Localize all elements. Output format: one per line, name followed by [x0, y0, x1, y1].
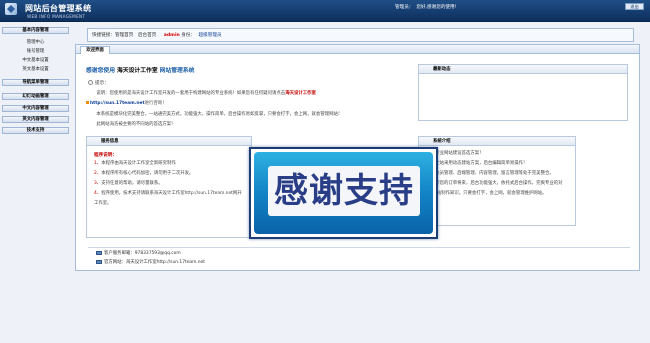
- sidebar-section-cn-content[interactable]: 中文内容管理: [2, 105, 69, 112]
- sys-line: 2、全站采用动态建站方案，后台编辑简单易操作！: [428, 160, 527, 166]
- tip-row: 提示：: [88, 80, 109, 86]
- service-box-title: 服务信息: [101, 139, 119, 144]
- sidebar-section-support[interactable]: 技术支持: [2, 127, 69, 134]
- sys-text: 全站采用动态建站方案，后台编辑简单易操作！: [435, 161, 528, 166]
- system-box-header: 系统介绍: [419, 137, 575, 146]
- program-title: 程序说明：: [94, 153, 117, 158]
- welcome-message: 您好,感谢您的使用!: [416, 5, 457, 10]
- bullet-icon: [86, 101, 89, 104]
- tab-welcome[interactable]: 欢迎界面: [80, 46, 110, 54]
- desc-text-2: 进行咨询！: [144, 101, 167, 106]
- top-header: 网站后台管理系统 WEB INFO MANAGEMENT 管理员： 您好,感谢您的…: [0, 0, 650, 22]
- current-user: admin: [163, 33, 180, 38]
- admin-greeting: 管理员： 您好,感谢您的使用!: [395, 4, 459, 10]
- app-subtitle: WEB INFO MANAGEMENT: [27, 14, 86, 19]
- thanks-overlay: 感谢支持: [249, 147, 438, 239]
- site-label: 官方网站：: [104, 260, 126, 265]
- sidebar: 基本内容管理 管理中心 账号管理 中文基本设置 英文基本设置 导航菜单管理 幻灯…: [0, 22, 72, 343]
- help-line: 2、本程序所有核心代码加密，请勿用于二次开发。: [94, 170, 193, 176]
- welcome-post: 网站管理系统: [159, 68, 195, 74]
- role-link[interactable]: 超级管理员: [199, 33, 222, 38]
- sidebar-item-accounts[interactable]: 账号管理: [2, 48, 69, 56]
- desc-para-4: 此网站海浩被主要的不同站的首选方案！: [92, 122, 176, 127]
- sys-line: 3、会员管理、后端管理、内容管理，留言管理等处于完美整合。: [428, 170, 554, 176]
- sidebar-item-cn-settings[interactable]: 中文基本设置: [2, 57, 69, 65]
- sys-text: 专业网站建设首选方案！: [435, 151, 484, 156]
- help-text: 本程序所有核心代码加密，请勿用于二次开发。: [101, 171, 194, 176]
- welcome-heading: 感谢您使用 海天设计工作室 网站管理系统: [86, 65, 194, 74]
- admin-label: 管理员：: [395, 5, 414, 10]
- breadcrumb: 快捷链接：管理首页 后台首页 admin 身份： 超级管理员: [92, 32, 222, 38]
- news-box-title: 最新动态: [433, 67, 451, 72]
- help-text: 本程序由海天设计工作室全新研究制作: [101, 161, 176, 166]
- home-icon: [96, 259, 102, 264]
- desc-para-3: 本系统是模块化完美整合，一站通完美方式，功能强大，操作简单，后台操作易如反掌，只…: [92, 112, 343, 117]
- thanks-text: 感谢支持: [268, 166, 420, 216]
- tip-label: 提示：: [95, 81, 109, 86]
- thanks-banner: 感谢支持: [254, 152, 433, 234]
- info-icon: [88, 80, 93, 85]
- logo-icon: [5, 3, 17, 15]
- footer-email: 客户服务邮箱：978337593@qq.com: [96, 250, 181, 256]
- sidebar-section-basic[interactable]: 基本内容管理: [2, 27, 69, 34]
- panel-header: 欢迎界面: [76, 45, 639, 54]
- welcome-pre: 感谢您使用: [86, 68, 115, 74]
- footer-divider: [88, 247, 630, 248]
- sys-text: 网站制作知识，只要会打字，会上网，就会管理维护网站。: [428, 191, 547, 196]
- sys-line: 网站制作知识，只要会打字，会上网，就会管理维护网站。: [428, 190, 547, 196]
- help-line: 4、程序使用，技术支持请联系海天设计工作室http://sun.17team.n…: [94, 190, 242, 196]
- help-text: 工作室。: [94, 201, 112, 206]
- service-box-header: 服务信息: [87, 137, 251, 146]
- help-text: 支持任意的帮助，请尽量联系。: [101, 181, 163, 186]
- email-label: 客户服务邮箱：: [104, 251, 135, 256]
- help-text: 程序使用，技术支持请联系海天设计工作室http://sun.17team.net…: [101, 191, 242, 196]
- desc-text-1: 说明：您使用的是海天设计工作室开发的一套用于构建网站的专业系统！如果您有任何疑问…: [92, 91, 286, 96]
- quick-nav-bar: 快捷链接：管理首页 后台首页 admin 身份： 超级管理员: [87, 28, 634, 42]
- sidebar-section-slides[interactable]: 幻灯动画管理: [2, 93, 69, 100]
- sidebar-item-en-settings[interactable]: 英文基本设置: [2, 66, 69, 74]
- email-link[interactable]: 978337593@qq.com: [135, 251, 181, 256]
- news-box-header: 最新动态: [419, 65, 627, 74]
- help-line: 3、支持任意的帮助，请尽量联系。: [94, 180, 163, 186]
- news-box: 最新动态: [418, 64, 628, 121]
- footer-site: 官方网站：海天设计工作室http://sun.17team.net: [96, 259, 205, 265]
- sys-line: 4、帮您的订单将来，后台功能强大，依托式后台操作，完爽专业的对: [428, 180, 563, 186]
- logout-button[interactable]: 退出: [625, 3, 644, 10]
- system-box-title: 系统介绍: [433, 139, 451, 144]
- sidebar-section-nav[interactable]: 导航菜单管理: [2, 79, 69, 86]
- site-link[interactable]: 海天设计工作室http://sun.17team.net: [126, 260, 205, 265]
- sys-text: 会员管理、后端管理、内容管理，留言管理等处于完美整合。: [435, 171, 554, 176]
- help-line: 1、本程序由海天设计工作室全新研究制作: [94, 160, 176, 166]
- identity-label: 身份：: [181, 33, 196, 38]
- app-title: 网站后台管理系统: [25, 4, 92, 13]
- sidebar-item-admin-center[interactable]: 管理中心: [2, 39, 69, 47]
- site-url-link[interactable]: http://sun.17team.net: [90, 101, 145, 106]
- desc-para-2: http://sun.17team.net进行咨询！: [86, 100, 167, 106]
- sidebar-section-en-content[interactable]: 英文内容管理: [2, 116, 69, 123]
- sys-text: 帮您的订单将来，后台功能强大，依托式后台操作，完爽专业的对: [435, 181, 563, 186]
- welcome-studio: 海天设计工作室: [117, 68, 158, 74]
- studio-link[interactable]: 海天设计工作室: [285, 91, 316, 96]
- quick-links[interactable]: 快捷链接：管理首页 后台首页: [92, 33, 156, 38]
- mail-icon: [96, 250, 102, 255]
- desc-para-1: 说明：您使用的是海天设计工作室开发的一套用于构建网站的专业系统！如果您有任何疑问…: [92, 90, 316, 96]
- help-line: 工作室。: [94, 200, 112, 206]
